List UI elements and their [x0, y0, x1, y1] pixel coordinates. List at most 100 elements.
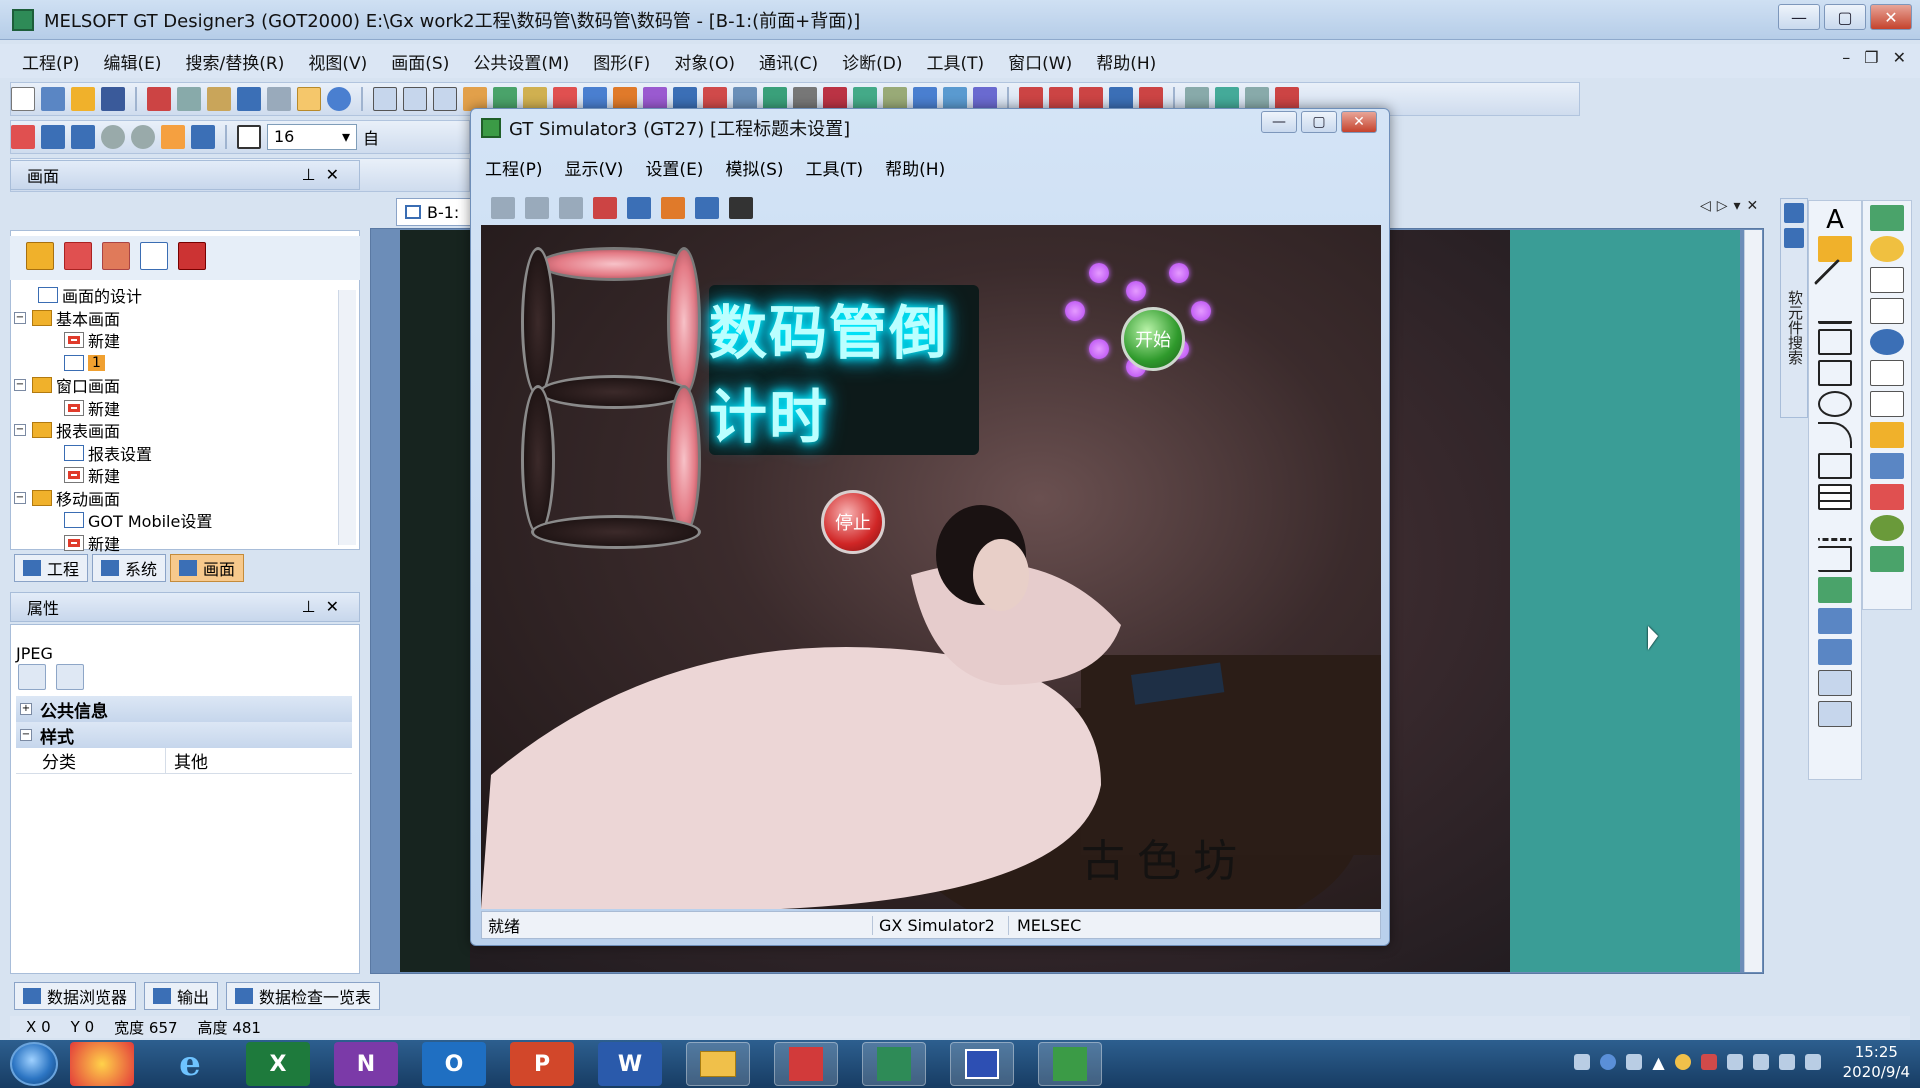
- menu-screen[interactable]: 画面(S): [391, 49, 449, 74]
- collapse-icon[interactable]: −: [20, 729, 32, 741]
- tab-screen[interactable]: 画面: [170, 554, 245, 582]
- sort-alphabetical-icon[interactable]: [56, 664, 84, 690]
- clock[interactable]: 15:25 2020/9/4: [1843, 1042, 1910, 1082]
- tree-node-base-screen[interactable]: − 基本画面: [14, 307, 344, 330]
- keyboard-tray-icon[interactable]: [1574, 1054, 1591, 1070]
- gt-simulator-icon[interactable]: [1038, 1042, 1102, 1086]
- iges-icon[interactable]: [1818, 639, 1852, 665]
- sim-menu-simulate[interactable]: 模拟(S): [725, 155, 783, 180]
- start-button[interactable]: 开始: [1121, 307, 1185, 371]
- 360-icon[interactable]: [70, 1042, 134, 1086]
- circle-icon[interactable]: [1818, 391, 1852, 417]
- piping-icon[interactable]: [1818, 546, 1852, 572]
- tree-node-screen-1[interactable]: 1: [14, 352, 344, 375]
- property-category-common[interactable]: + 公共信息: [16, 696, 352, 722]
- editor-vertical-scrollbar[interactable]: [1744, 230, 1762, 972]
- sim-print-icon[interactable]: [559, 197, 583, 219]
- menu-communication[interactable]: 通讯(C): [759, 49, 818, 74]
- add-object-icon[interactable]: [1870, 546, 1904, 572]
- gx-works-icon[interactable]: [774, 1042, 838, 1086]
- height-value[interactable]: 481: [232, 1019, 261, 1037]
- save-icon[interactable]: [101, 87, 125, 111]
- line-icon[interactable]: [1813, 258, 1857, 302]
- text-a-icon[interactable]: A: [1818, 205, 1852, 235]
- open-screen-icon[interactable]: [26, 242, 54, 270]
- menu-object[interactable]: 对象(O): [674, 49, 735, 74]
- x-value[interactable]: 0: [41, 1018, 51, 1036]
- screen-list-view-icon[interactable]: [140, 242, 168, 270]
- cut-icon[interactable]: [147, 87, 171, 111]
- y-value[interactable]: 0: [85, 1018, 95, 1036]
- security-tray-icon[interactable]: [1674, 1054, 1691, 1070]
- pen-tray-icon[interactable]: [1626, 1054, 1643, 1070]
- switch-object-icon[interactable]: [1870, 205, 1904, 231]
- screen-list-icon[interactable]: [71, 125, 95, 149]
- sim-menu-tools[interactable]: 工具(T): [806, 155, 864, 180]
- screen-open-icon[interactable]: [41, 125, 65, 149]
- sim-stop-icon[interactable]: [593, 197, 617, 219]
- property-row-category[interactable]: 分类 其他: [16, 748, 352, 774]
- tree-node-new-report[interactable]: 新建: [14, 464, 344, 487]
- sim-menu-settings[interactable]: 设置(E): [645, 155, 703, 180]
- text-box-icon[interactable]: [1818, 236, 1852, 262]
- app-blue-icon[interactable]: [950, 1042, 1014, 1086]
- collapse-icon[interactable]: −: [14, 491, 26, 504]
- start-button[interactable]: [10, 1042, 58, 1086]
- tree-node-mobile-screen[interactable]: − 移动画面: [14, 487, 344, 510]
- image-icon[interactable]: [1818, 577, 1852, 603]
- simulator-close-button[interactable]: ✕: [1341, 111, 1377, 133]
- tab-navigation[interactable]: ◁▷▾✕: [1700, 198, 1764, 214]
- powerpoint-icon[interactable]: P: [510, 1042, 574, 1086]
- screen-tool-3-icon[interactable]: [433, 87, 457, 111]
- width-value[interactable]: 657: [149, 1019, 178, 1037]
- tab-data-browser[interactable]: 数据浏览器: [14, 982, 137, 1010]
- tree-node-report-settings[interactable]: 报表设置: [14, 442, 344, 465]
- outlook-icon[interactable]: O: [422, 1042, 486, 1086]
- dxf-icon[interactable]: [1818, 608, 1852, 634]
- arc-icon[interactable]: [1818, 422, 1852, 448]
- mdi-close-button[interactable]: ✕: [1893, 48, 1906, 67]
- paste-icon[interactable]: [207, 87, 231, 111]
- sector-icon[interactable]: [1818, 453, 1852, 479]
- screen-switch-icon[interactable]: [161, 125, 185, 149]
- collapse-icon[interactable]: −: [14, 424, 26, 437]
- document-tab-b1[interactable]: B-1:: [396, 198, 476, 226]
- new-window-icon[interactable]: [41, 87, 65, 111]
- sim-save-icon[interactable]: [525, 197, 549, 219]
- graph-object-icon[interactable]: [1870, 484, 1904, 510]
- collapse-icon[interactable]: −: [14, 379, 26, 392]
- property-category-style[interactable]: − 样式: [16, 722, 352, 748]
- collapse-icon[interactable]: −: [14, 311, 26, 324]
- panel-close-icon[interactable]: ✕: [326, 165, 349, 184]
- menu-figure[interactable]: 图形(F): [593, 49, 650, 74]
- menu-tools[interactable]: 工具(T): [926, 49, 984, 74]
- simulator-maximize-button[interactable]: ▢: [1301, 111, 1337, 133]
- object-library-icon[interactable]: [1818, 670, 1852, 696]
- close-button[interactable]: ✕: [1870, 4, 1912, 30]
- back-icon[interactable]: [101, 125, 125, 149]
- editor-canvas-background[interactable]: [1510, 230, 1740, 972]
- simulator-minimize-button[interactable]: —: [1261, 111, 1297, 133]
- mdi-restore-button[interactable]: ❐: [1864, 48, 1878, 67]
- copy-icon[interactable]: [177, 87, 201, 111]
- stop-button[interactable]: 停止: [821, 490, 885, 554]
- screen-color-icon[interactable]: [191, 125, 215, 149]
- sim-menu-view[interactable]: 显示(V): [565, 155, 624, 180]
- tree-node-new-base[interactable]: 新建: [14, 329, 344, 352]
- redo-icon[interactable]: [267, 87, 291, 111]
- rectangle-icon[interactable]: [1818, 329, 1852, 355]
- parts-library-icon[interactable]: [1818, 701, 1852, 727]
- maximize-button[interactable]: ▢: [1824, 4, 1866, 30]
- tab-system[interactable]: 系统: [92, 554, 167, 582]
- sim-keyboard-icon[interactable]: [729, 197, 753, 219]
- screen-tool-1-icon[interactable]: [373, 87, 397, 111]
- expand-icon[interactable]: +: [20, 703, 32, 715]
- screen-warning-icon[interactable]: [178, 242, 206, 270]
- sim-menu-project[interactable]: 工程(P): [485, 155, 543, 180]
- onenote-icon[interactable]: N: [334, 1042, 398, 1086]
- menu-diagnostics[interactable]: 诊断(D): [842, 49, 902, 74]
- parts-object-icon[interactable]: [1870, 453, 1904, 479]
- pin-icon[interactable]: ⊥: [302, 597, 326, 616]
- help-tray-icon[interactable]: [1600, 1054, 1617, 1070]
- word-icon[interactable]: W: [598, 1042, 662, 1086]
